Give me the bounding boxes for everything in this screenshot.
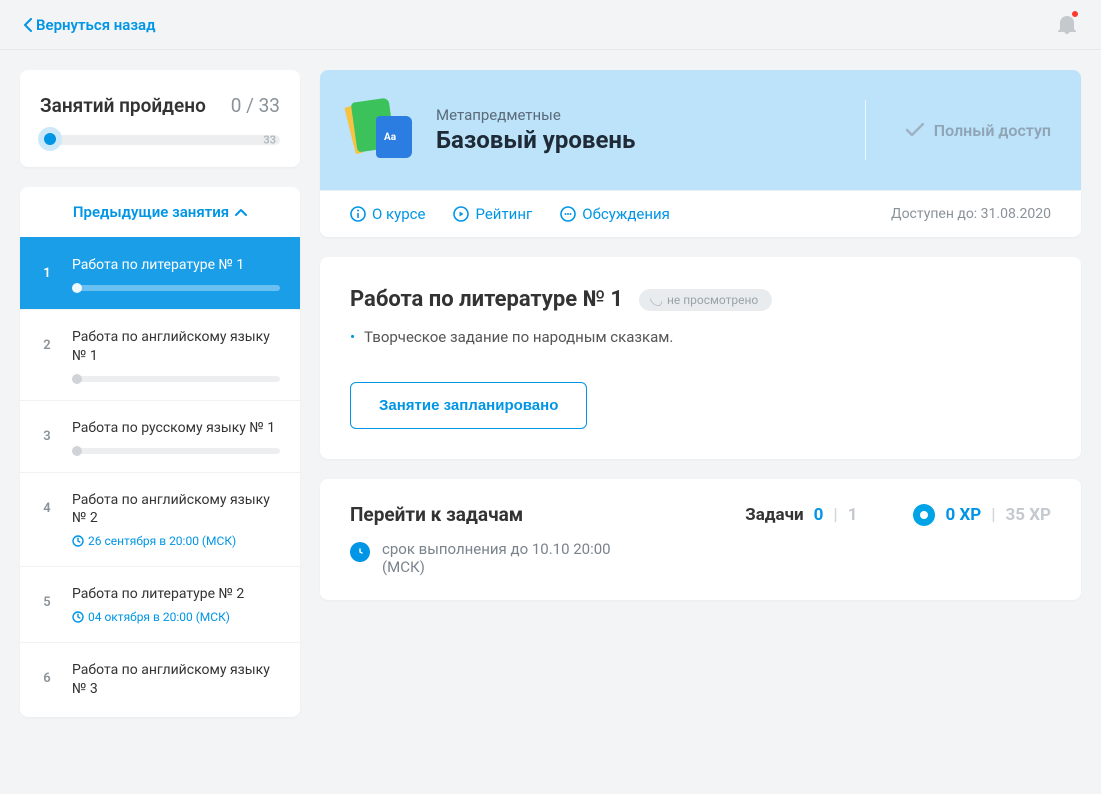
lesson-item-1[interactable]: 1 Работа по литературе № 1 [20,237,300,309]
lesson-title: Работа по английскому языку № 1 [72,328,280,366]
back-link-label: Вернуться назад [36,16,155,34]
xp-icon [913,504,935,526]
lesson-number: 2 [40,338,54,353]
lesson-number: 4 [40,501,54,516]
chat-icon [560,206,576,222]
lesson-schedule: 04 октября в 20:00 (МСК) [72,610,280,624]
lesson-status-badge: не просмотрено [639,289,772,311]
lesson-item-3[interactable]: 3 Работа по русскому языку № 1 [20,400,300,472]
lesson-title: Работа по русскому языку № 1 [72,419,280,438]
lesson-item-5[interactable]: 5 Работа по литературе № 2 04 октября в 20… [20,566,300,642]
lesson-title: Работа по английскому языку № 2 [72,491,280,529]
available-until: Доступен до: 31.08.2020 [891,206,1051,222]
tasks-total: 1 [848,505,858,525]
tasks-sep: | [833,505,837,525]
tasks-deadline: срок выполнения до 10.10 20:00 (МСК) [382,540,642,576]
access-label: Полный доступ [934,121,1051,140]
rating-label: Рейтинг [475,205,532,223]
lesson-number: 6 [40,671,54,686]
lesson-title: Работа по литературе № 2 [72,585,280,604]
chevron-left-icon [24,18,32,32]
lesson-item-2[interactable]: 2 Работа по английскому языку № 1 [20,309,300,400]
lessons-header-label: Предыдущие занятия [73,203,229,221]
lesson-title: Работа по английскому языку № 3 [72,661,280,699]
progress-thumb[interactable] [38,127,62,151]
lesson-planned-button[interactable]: Занятие запланировано [350,382,587,429]
lesson-item-4[interactable]: 4 Работа по английскому языку № 2 26 сентя… [20,472,300,567]
progress-card: Занятий пройдено 0 / 33 33 [20,70,300,167]
lesson-description: Творческое задание по народным сказкам. [350,328,1051,346]
back-link[interactable]: Вернуться назад [24,16,155,34]
lesson-detail-title: Работа по литературе № 1 [350,287,623,312]
lesson-number: 5 [40,595,54,610]
progress-counter: 0 / 33 [231,94,280,117]
clock-icon [350,542,370,562]
course-icon-aa: Aa [384,132,396,143]
course-icon: Aa [350,98,414,162]
lesson-item-6[interactable]: 6 Работа по английскому языку № 3 [20,642,300,717]
lesson-schedule: 26 сентября в 20:00 (МСК) [72,534,280,548]
lessons-header-toggle[interactable]: Предыдущие занятия [20,187,300,237]
access-badge: Полный доступ [865,100,1051,160]
lesson-title: Работа по литературе № 1 [72,256,280,275]
progress-label: Занятий пройдено [40,94,206,117]
clock-icon [72,611,84,623]
notifications-button[interactable] [1057,12,1077,38]
xp-sep: | [991,505,995,525]
lesson-progress-bar [72,376,280,382]
info-icon [350,206,366,222]
course-category: Метапредметные [436,106,635,124]
progress-end-label: 33 [263,134,276,147]
rating-link[interactable]: Рейтинг [453,205,532,223]
about-link[interactable]: О курсе [350,205,425,223]
tasks-done: 0 [814,505,824,525]
lessons-list: Предыдущие занятия 1 Работа по литературе… [20,187,300,717]
tasks-title: Перейти к задачам [350,503,523,526]
tasks-label: Задачи [745,505,803,525]
xp-total: 35 XP [1006,505,1051,525]
lesson-progress-bar [72,448,280,454]
lesson-number: 3 [40,429,54,444]
notification-dot [1071,10,1079,18]
lesson-number: 1 [40,266,54,281]
discussions-label: Обсуждения [582,205,670,223]
course-header-card: Aa Метапредметные Базовый уровень Полный… [320,70,1081,237]
lesson-progress-bar [72,285,280,291]
tasks-card[interactable]: Перейти к задачам Задачи 0 | 1 0 XP | 35… [320,479,1081,600]
course-title: Базовый уровень [436,126,635,154]
play-circle-icon [453,206,469,222]
check-icon [906,123,924,137]
discussions-link[interactable]: Обсуждения [560,205,670,223]
about-label: О курсе [372,205,425,223]
chevron-up-icon [235,208,247,216]
xp-done: 0 XP [945,505,981,525]
lesson-detail-card: Работа по литературе № 1 не просмотрено … [320,257,1081,459]
progress-track[interactable]: 33 [40,135,280,145]
clock-icon [72,535,84,547]
